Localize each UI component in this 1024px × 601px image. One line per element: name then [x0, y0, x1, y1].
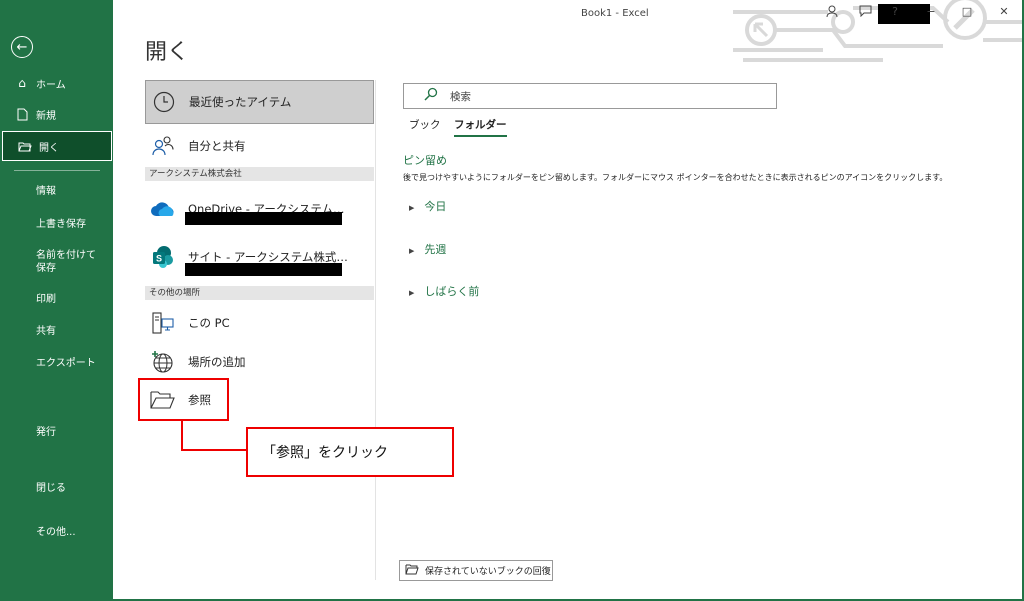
group-today[interactable]: ▶ 今日 — [409, 198, 446, 214]
search-placeholder: 検索 — [450, 90, 471, 103]
expand-triangle-icon: ▶ — [409, 204, 415, 212]
group-label: 先週 — [424, 243, 447, 256]
expand-triangle-icon: ▶ — [409, 289, 415, 297]
clock-icon — [151, 89, 177, 115]
minimize-button[interactable]: − — [921, 5, 941, 18]
sharepoint-icon: S — [150, 244, 176, 270]
people-icon — [150, 133, 176, 159]
help-button[interactable]: ? — [885, 5, 905, 18]
recover-unsaved-button[interactable]: 保存されていないブックの回復 — [399, 560, 553, 581]
expand-triangle-icon: ▶ — [409, 247, 415, 255]
group-header-other: その他の場所 — [145, 286, 374, 300]
group-label: 今日 — [424, 200, 447, 213]
location-label: この PC — [188, 316, 230, 330]
pinned-section-description: 後で見つけやすいようにフォルダーをピン留めします。フォルダーにマウス ポインター… — [403, 173, 948, 182]
tab-books[interactable]: ブック — [409, 117, 441, 132]
sidebar-item-new[interactable]: 新規 — [0, 99, 113, 129]
sidebar-item-export[interactable]: エクスポート — [36, 357, 102, 370]
close-button[interactable]: ✕ — [994, 5, 1014, 18]
feedback-icon[interactable] — [855, 5, 875, 20]
sidebar-item-info[interactable]: 情報 — [36, 185, 102, 198]
sidebar-item-label: 新規 — [36, 110, 56, 122]
maximize-button[interactable]: □ — [957, 5, 977, 18]
pinned-section-title: ピン留め — [403, 154, 447, 167]
open-folder-icon — [17, 141, 33, 152]
sidebar-item-save[interactable]: 上書き保存 — [36, 218, 102, 231]
window-title: Book1 - Excel — [581, 8, 649, 19]
sidebar-item-open[interactable]: 開く — [2, 131, 112, 161]
location-label: 自分と共有 — [188, 139, 246, 153]
sidebar-item-close[interactable]: 閉じる — [36, 482, 102, 495]
group-header-organization: アークシステム株式会社 — [145, 167, 374, 181]
sidebar-item-label: ホーム — [36, 79, 66, 91]
sidebar-item-print[interactable]: 印刷 — [36, 293, 102, 306]
back-arrow-icon: ← — [16, 39, 28, 55]
sidebar-item-save-as[interactable]: 名前を付けて保存 — [36, 249, 102, 275]
group-older[interactable]: ▶ しばらく前 — [409, 283, 479, 299]
sidebar-item-share[interactable]: 共有 — [36, 325, 102, 338]
location-recent[interactable]: 最近使ったアイテム — [145, 80, 374, 124]
search-input[interactable]: 検索 — [403, 83, 777, 109]
location-label: 場所の追加 — [188, 355, 246, 369]
group-label: しばらく前 — [424, 285, 480, 298]
sidebar-item-more[interactable]: その他... — [36, 526, 102, 539]
location-label: 最近使ったアイテム — [189, 95, 292, 109]
onedrive-cloud-icon — [150, 196, 176, 222]
globe-add-icon — [150, 349, 176, 375]
tab-folders[interactable]: フォルダー — [454, 117, 507, 137]
callout-connector — [181, 449, 247, 451]
sidebar-item-publish[interactable]: 発行 — [36, 426, 102, 439]
redacted-account — [185, 212, 342, 225]
new-file-icon — [14, 108, 30, 121]
callout-annotation: 「参照」をクリック — [246, 427, 454, 477]
folder-icon — [405, 564, 419, 578]
sidebar-divider — [14, 170, 100, 171]
location-shared[interactable]: 自分と共有 — [145, 132, 374, 160]
computer-icon — [150, 310, 176, 336]
backstage-sidebar: ← ⌂ ホーム 新規 開く 情報 上書き保存 名前を付けて保存 印刷 共有 エク… — [0, 0, 113, 601]
home-icon: ⌂ — [18, 76, 26, 90]
location-this-pc[interactable]: この PC — [145, 308, 374, 338]
page-title: 開く — [145, 40, 190, 65]
svg-text:S: S — [156, 254, 162, 264]
group-last-week[interactable]: ▶ 先週 — [409, 241, 446, 257]
account-icon[interactable] — [822, 5, 842, 20]
redacted-site — [185, 263, 342, 276]
search-icon — [424, 87, 438, 105]
title-bar: Book1 - Excel ? − □ ✕ — [113, 0, 1024, 62]
sidebar-item-label: 開く — [39, 142, 59, 154]
back-button[interactable]: ← — [11, 36, 33, 58]
recover-button-label: 保存されていないブックの回復 — [425, 567, 551, 577]
panel-divider — [375, 80, 376, 580]
location-add-place[interactable]: 場所の追加 — [145, 347, 374, 377]
callout-connector — [181, 421, 183, 451]
sidebar-item-home[interactable]: ⌂ ホーム — [0, 68, 113, 98]
highlight-box — [138, 378, 229, 421]
